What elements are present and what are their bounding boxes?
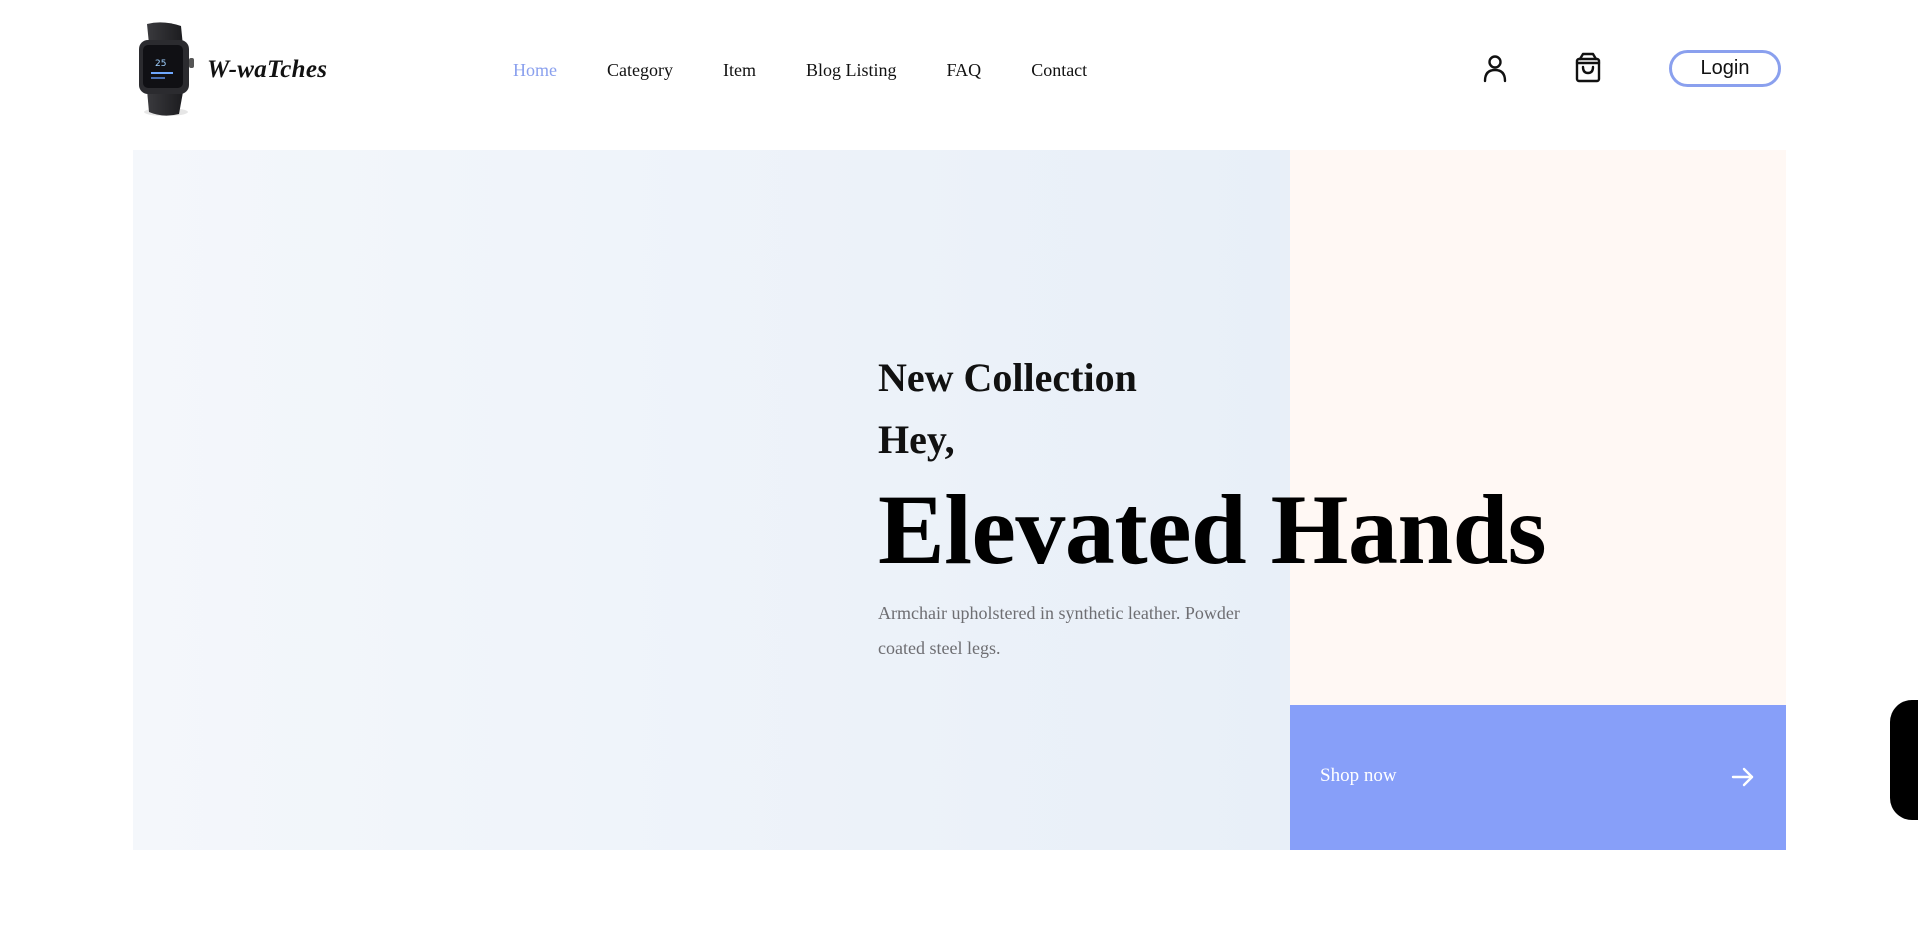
shopping-bag-icon[interactable] [1571, 51, 1605, 85]
brand-name: W-waTches [207, 56, 328, 83]
smartwatch-logo-icon: 25 [133, 20, 199, 120]
hero-greeting: Hey, [878, 417, 955, 462]
hero-description: Armchair upholstered in synthetic leathe… [878, 603, 1240, 658]
arrow-right-icon [1730, 764, 1756, 790]
main-nav: Home Category Item Blog Listing FAQ Cont… [513, 58, 1137, 82]
login-button[interactable]: Login [1669, 50, 1781, 87]
svg-text:25: 25 [155, 59, 166, 69]
hero-right-panel [1290, 150, 1786, 705]
brand-logo[interactable]: 25 W-waTches [133, 20, 327, 120]
nav-item-blog-listing[interactable]: Blog Listing [806, 58, 897, 82]
nav-item-home[interactable]: Home [513, 58, 557, 82]
site-header: 25 W-waTches Home Category Item Blog Lis… [133, 20, 1786, 120]
hero-headline: Elevated Hands [878, 474, 1547, 585]
shop-now-label: Shop now [1320, 765, 1397, 786]
shop-now-button[interactable]: Shop now [1290, 705, 1786, 850]
hero-banner: Shop now New Collection Hey, Elevated Ha… [133, 150, 1786, 850]
user-icon[interactable] [1478, 51, 1512, 85]
side-drawer-tab[interactable] [1890, 700, 1918, 820]
nav-item-faq[interactable]: FAQ [947, 58, 982, 82]
nav-item-category[interactable]: Category [607, 58, 673, 82]
hero-eyebrow: New Collection [878, 355, 1137, 400]
nav-item-item[interactable]: Item [723, 58, 756, 82]
page: 25 W-waTches Home Category Item Blog Lis… [0, 0, 1918, 940]
nav-item-contact[interactable]: Contact [1031, 58, 1087, 82]
